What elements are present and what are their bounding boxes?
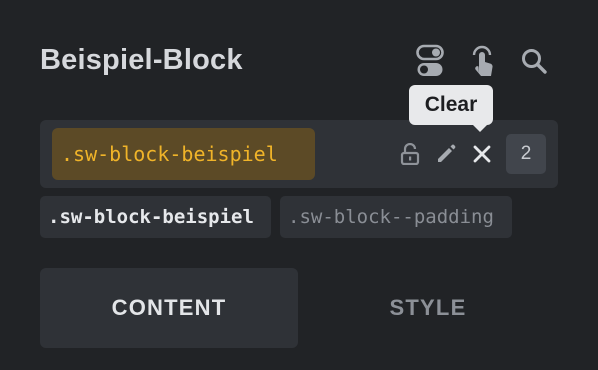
active-selector[interactable]: .sw-block-beispiel <box>52 128 315 180</box>
unlock-icon[interactable] <box>396 140 424 168</box>
panel-title: Beispiel-Block <box>40 44 243 76</box>
block-settings-panel: Beispiel-Block .sw-block-beispiel 2 Clea… <box>0 0 598 370</box>
tab-style[interactable]: STYLE <box>299 268 557 348</box>
class-chip-active[interactable]: .sw-block-beispiel <box>40 196 271 238</box>
search-icon[interactable] <box>517 42 551 80</box>
touch-icon[interactable] <box>465 42 499 80</box>
tab-content[interactable]: CONTENT <box>40 268 298 348</box>
selector-count-badge[interactable]: 2 <box>506 134 546 174</box>
edit-icon[interactable] <box>432 140 460 168</box>
class-chip-padding[interactable]: .sw-block--padding <box>280 196 512 238</box>
clear-tooltip: Clear <box>409 85 493 132</box>
toggle-icon[interactable] <box>413 42 447 80</box>
close-icon[interactable] <box>468 140 496 168</box>
